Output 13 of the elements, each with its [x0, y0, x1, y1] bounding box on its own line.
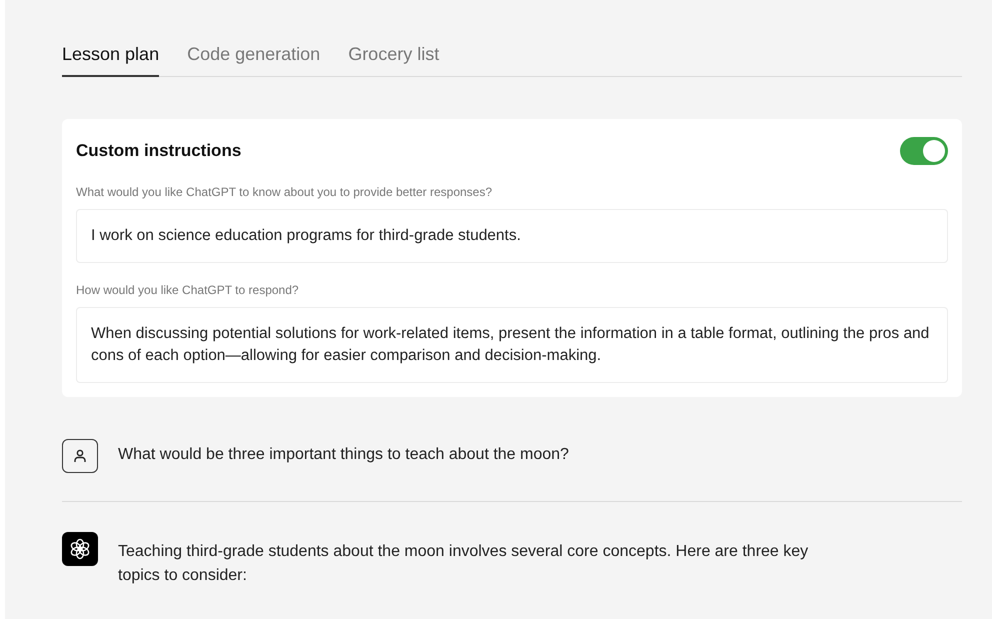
card-title: Custom instructions — [76, 140, 242, 160]
field-label: How would you like ChatGPT to respond? — [76, 282, 300, 296]
logo-icon — [62, 532, 98, 566]
user-icon — [62, 438, 98, 472]
tab[interactable]: Code generation — [187, 44, 320, 77]
field-label: What would you like ChatGPT to know about you to provide better responses? — [76, 184, 494, 198]
toggle-switch[interactable] — [900, 136, 948, 164]
tab[interactable]: Lesson plan — [62, 44, 160, 77]
text-field[interactable]: When discussing potential solutions for work-related items, present the information in a table format, outlining the pros and cons of each option—allowing for easier comparison and decision-making. — [76, 306, 948, 382]
message-text: Teaching third-grade students about the moon involves several core concepts. Here are three key topics to consider: — [118, 542, 810, 586]
text-field[interactable]: I work on science education programs for third-grade students. — [76, 208, 948, 262]
tab[interactable]: Grocery list — [348, 44, 440, 77]
message-text: What would be three important things to teach about the moon? — [118, 444, 569, 464]
